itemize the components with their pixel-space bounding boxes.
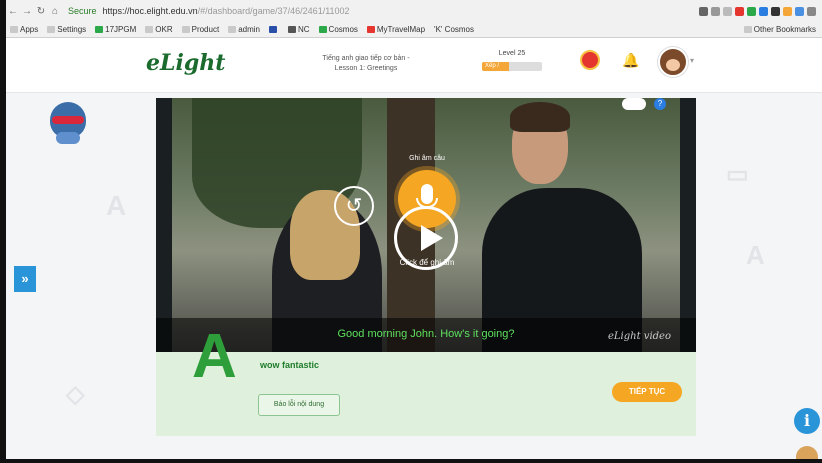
extension-icon[interactable] [771, 6, 780, 16]
url-path: /#/dashboard/game/37/46/2461/11002 [197, 6, 350, 16]
subtitle-toggle[interactable] [622, 98, 646, 110]
extension-icon[interactable] [759, 6, 768, 16]
extension-icon[interactable] [747, 6, 756, 16]
lesson-course: Tiếng anh giao tiếp cơ bản - [322, 55, 410, 62]
reload-icon[interactable]: ↻ [34, 6, 48, 17]
folder-icon [145, 26, 154, 33]
continue-button[interactable]: TIẾP TỤC [612, 382, 682, 402]
answer-text: wow fantastic [260, 360, 320, 370]
sunglasses-icon [52, 116, 84, 124]
site-header: eLight Tiếng anh giao tiếp cơ bản - Less… [6, 38, 822, 93]
bookmark-settings[interactable]: Settings [47, 25, 86, 34]
bookmark-okr[interactable]: OKR [145, 25, 173, 34]
chat-avatar[interactable] [796, 446, 818, 459]
doodle-shape-icon: ◇ [66, 381, 85, 408]
elight-logo[interactable]: eLight [146, 50, 225, 76]
forward-icon[interactable]: → [20, 6, 34, 17]
folder-icon [228, 26, 237, 33]
bookmark-product[interactable]: Product [181, 25, 219, 34]
help-icon[interactable]: ? [654, 98, 666, 110]
bookmark-17jpgm[interactable]: 17JPGM [95, 25, 136, 34]
menu-icon[interactable] [807, 6, 816, 16]
browser-window: ← → ↻ ⌂ Secure https://hoc.elight.edu.vn… [0, 0, 822, 463]
bookmark-icon [318, 26, 327, 33]
extension-icon[interactable] [795, 6, 804, 16]
folder-icon [743, 26, 752, 33]
info-icon[interactable]: i [794, 408, 820, 434]
lesson-name: Lesson 1: Greetings [334, 65, 398, 72]
answer-panel: A wow fantastic Báo lỗi nội dung TIẾP TỤ… [156, 326, 696, 436]
bookmark-k-cosmos[interactable]: 'K' Cosmos [434, 25, 474, 34]
extension-icons [699, 6, 816, 16]
bookmark-icon [95, 26, 104, 33]
bookmark-apps[interactable]: Apps [10, 25, 38, 34]
mascot-character [46, 100, 90, 146]
url-text[interactable]: https://hoc.elight.edu.vn/#/dashboard/ga… [103, 6, 699, 16]
listen-label: Click để ghi âm [399, 258, 455, 267]
bell-icon[interactable]: 🔔 [622, 52, 639, 68]
zoom-icon[interactable] [711, 6, 720, 16]
camera-icon[interactable] [699, 6, 708, 16]
video-watermark: eLight video [608, 331, 671, 342]
doodle-book-icon: ▭ [726, 161, 749, 188]
user-avatar[interactable] [658, 47, 688, 77]
xp-bar-fill: Xếp / Hạng [482, 62, 509, 71]
doodle-letter-icon: A [106, 190, 127, 221]
chevron-down-icon[interactable]: ▾ [690, 56, 694, 65]
bookmark-icon [366, 26, 375, 33]
bookmark-nc[interactable]: NC [287, 25, 310, 34]
report-content-button[interactable]: Báo lỗi nội dung [258, 394, 340, 416]
doodle-letter-icon: A [746, 240, 765, 270]
replay-icon[interactable]: ↺ [334, 186, 374, 226]
bookmarks-bar: Apps Settings 17JPGM OKR Product admin N… [6, 22, 822, 38]
url-host: https://hoc.elight.edu.vn [102, 6, 198, 16]
apps-icon [10, 26, 18, 33]
bookmark-icon [287, 26, 296, 33]
bookmark-cosmos[interactable]: Cosmos [318, 25, 358, 34]
folder-icon [181, 26, 190, 33]
star-icon[interactable] [723, 6, 732, 16]
video-player[interactable]: ? ↺ Ghi âm câu Click để ghi âm Good morn… [156, 98, 696, 352]
bookmark-mytravelmap[interactable]: MyTravelMap [366, 25, 425, 34]
bookmark-admin[interactable]: admin [228, 25, 260, 34]
back-icon[interactable]: ← [6, 6, 20, 17]
bookmark-icon [268, 26, 277, 33]
expand-sidebar-button[interactable]: » [14, 266, 36, 292]
level-label: Level 25 [498, 50, 526, 57]
gear-icon [47, 26, 56, 33]
xp-bar: Xếp / Hạng [482, 62, 542, 71]
secure-label: Secure [68, 6, 97, 16]
bookmark-blank[interactable] [268, 26, 279, 33]
lesson-title: Tiếng anh giao tiếp cơ bản - Lesson 1: G… [306, 54, 426, 74]
address-bar: ← → ↻ ⌂ Secure https://hoc.elight.edu.vn… [6, 0, 822, 23]
extension-icon[interactable] [735, 6, 744, 16]
home-icon[interactable]: ⌂ [48, 6, 62, 17]
medal-icon[interactable] [580, 50, 600, 70]
record-label: Ghi âm câu [409, 155, 445, 162]
bookmark-other[interactable]: Other Bookmarks [743, 25, 816, 34]
extension-icon[interactable] [783, 6, 792, 16]
answer-letter: A [192, 322, 237, 391]
